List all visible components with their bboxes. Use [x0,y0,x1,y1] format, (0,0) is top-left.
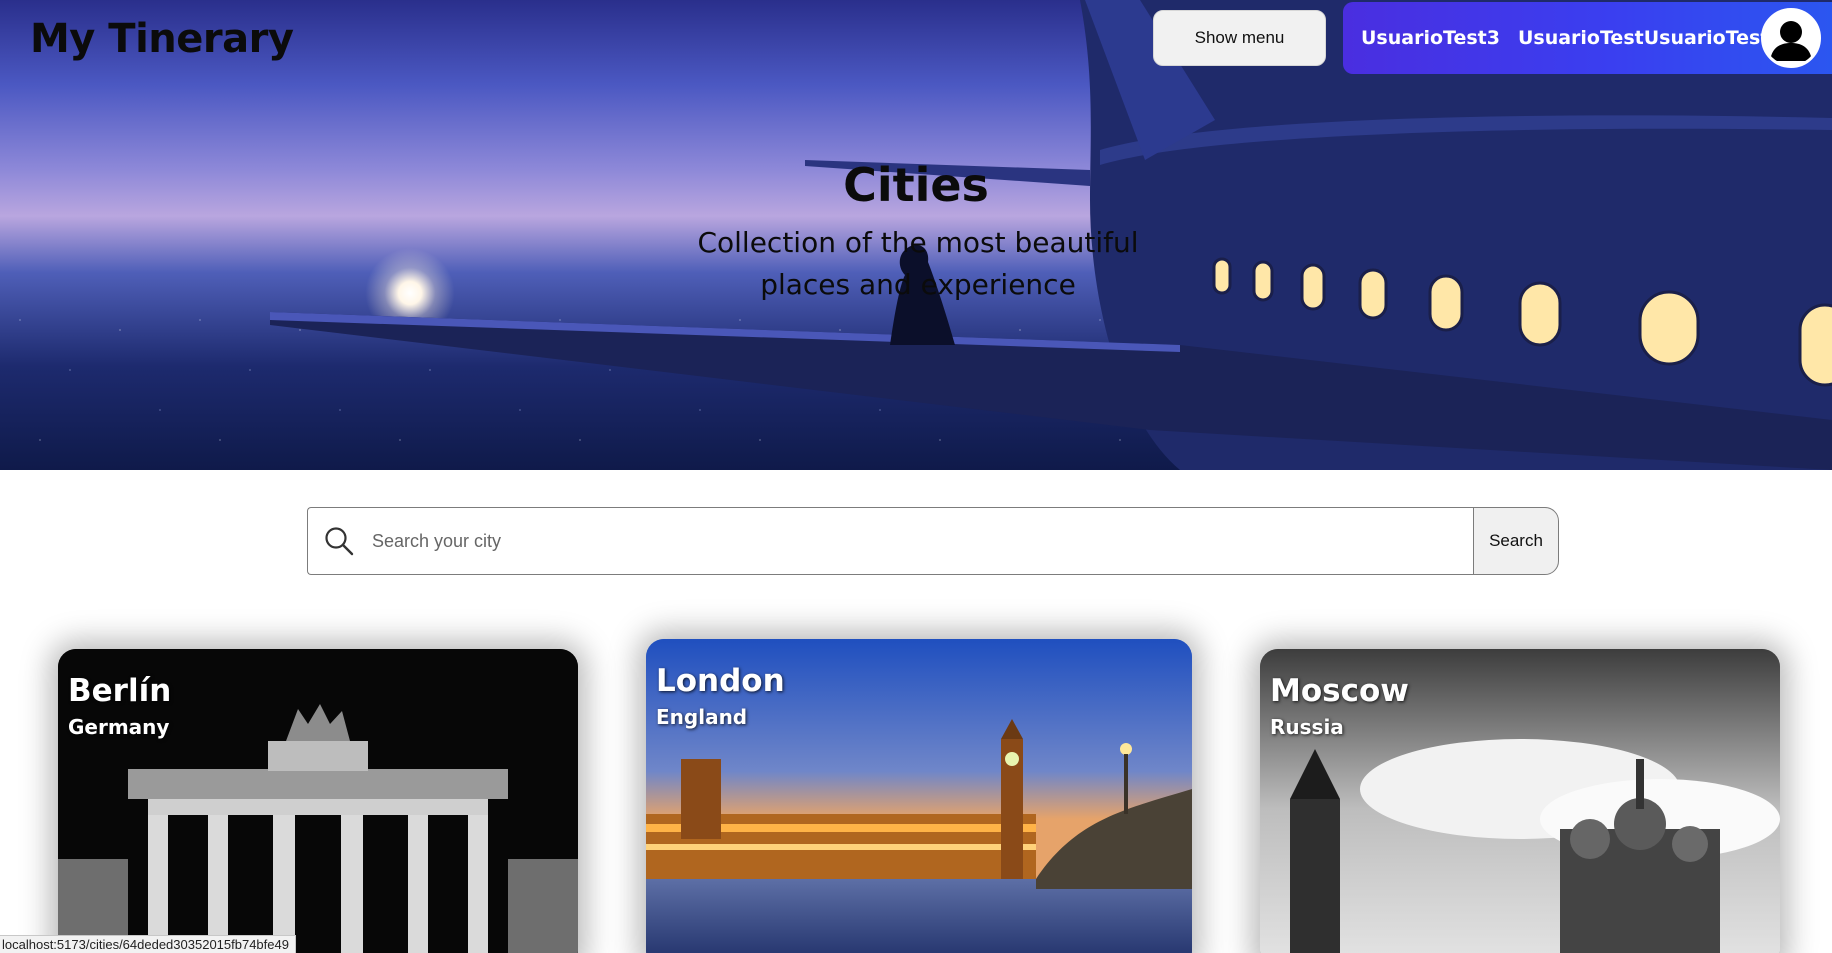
page-title: Cities [843,158,989,212]
show-menu-button[interactable]: Show menu [1153,10,1326,66]
user-panel[interactable]: UsuarioTest3 UsuarioTestUsuarioTest3 [1343,2,1832,74]
brand-logo[interactable]: My Tinerary [30,16,294,62]
page-subtitle: Collection of the most beautiful places … [697,226,1139,301]
city-country: England [656,705,748,729]
user-name: UsuarioTest3 [1361,27,1500,49]
city-card-berlin[interactable]: Berlín Germany [58,649,578,953]
city-name: Berlín [68,673,172,709]
city-name: Moscow [1270,673,1409,709]
hero-banner: My Tinerary Show menu UsuarioTest3 Usuar… [0,0,1832,470]
status-bar-url: localhost:5173/cities/64deded30352015fb7… [0,935,296,953]
city-card-moscow[interactable]: Moscow Russia [1260,649,1780,953]
search-bar: Search [307,507,1559,575]
search-field[interactable] [307,507,1473,575]
user-avatar-icon[interactable] [1761,8,1821,68]
search-input[interactable] [372,511,1473,571]
search-icon [325,527,354,556]
search-button[interactable]: Search [1473,507,1559,575]
city-country: Russia [1270,715,1344,739]
city-name: London [656,663,785,699]
user-full-name: UsuarioTestUsuarioTest3 [1517,27,1783,49]
city-card-london[interactable]: London England [646,639,1192,953]
city-country: Germany [68,715,170,739]
